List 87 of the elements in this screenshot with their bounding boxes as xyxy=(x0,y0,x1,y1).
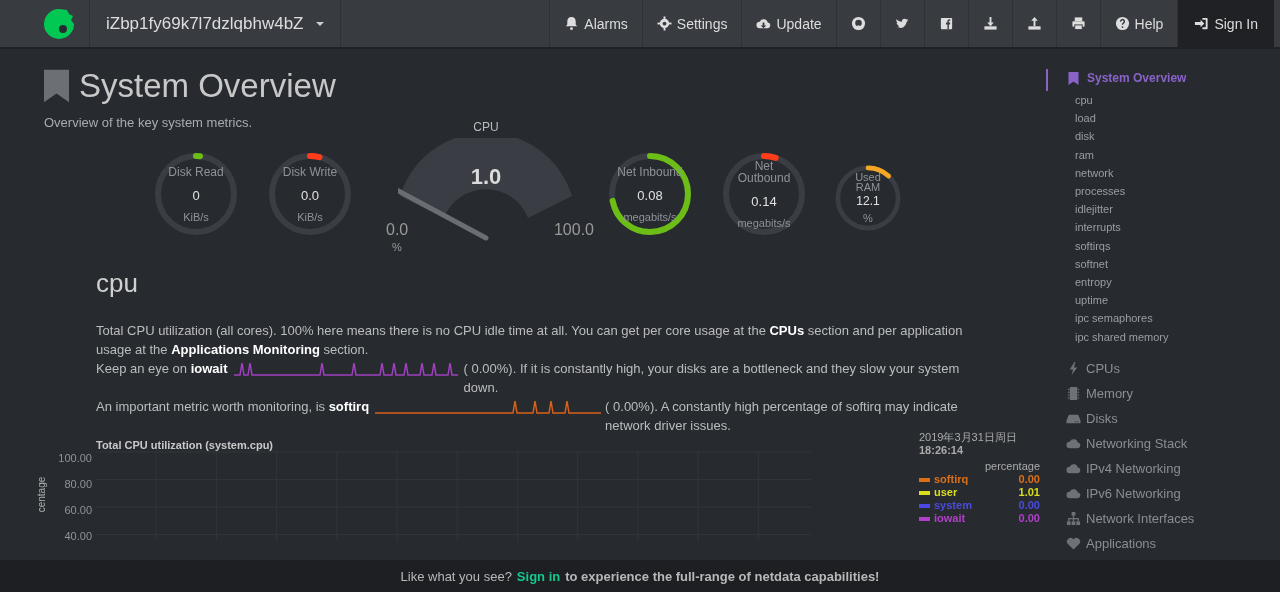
bell-icon xyxy=(564,16,580,31)
sidebar-section[interactable]: CPUs xyxy=(1046,355,1280,381)
bookmark-icon xyxy=(44,69,69,103)
legend-value: 0.00 xyxy=(1018,473,1040,486)
caret-icon xyxy=(315,21,324,26)
sidebar-section[interactable]: Disks xyxy=(1046,405,1280,431)
legend-name[interactable]: softirq xyxy=(934,473,1019,486)
gauge-min: 0.0 xyxy=(386,221,409,239)
axis-tick: 60.00 xyxy=(64,503,92,517)
gauge-title: Net Outbound xyxy=(736,159,792,184)
description-text: ( 0.00%). A constantly high percentage of softirq may indicate network driver issues. xyxy=(605,398,959,433)
sidebar-item[interactable]: ram xyxy=(1046,145,1280,164)
sidebar-item[interactable]: ipc semaphores xyxy=(1046,309,1280,328)
gauge-value: 1.0 xyxy=(469,164,503,190)
sign-in-icon xyxy=(1194,16,1210,31)
help-icon xyxy=(1114,16,1130,31)
banner-text: Like what you see? xyxy=(400,568,512,584)
description-text: An important metric worth monitoring, is softirq xyxy=(96,398,370,416)
gauge-max: 100.0 xyxy=(553,221,594,239)
gauge-value: 0.14 xyxy=(751,193,777,209)
sidebar-title[interactable]: System Overview xyxy=(1087,71,1187,85)
legend-time: 18:26:14 xyxy=(919,444,965,457)
download-icon xyxy=(982,16,998,31)
legend-units: percentage xyxy=(983,460,1040,473)
sidebar-section[interactable]: Memory xyxy=(1046,380,1280,406)
page-title: System Overview xyxy=(79,67,336,105)
gauge-unit: KiB/s xyxy=(297,210,323,223)
gauge-value: 0 xyxy=(192,187,200,203)
gauge-value: 0.0 xyxy=(300,187,320,203)
sidebar-item[interactable]: cpu xyxy=(1046,91,1280,110)
sign-in-link[interactable]: Sign in xyxy=(516,568,561,584)
twitter-icon xyxy=(894,16,910,31)
gauge-unit: KiB/s xyxy=(183,210,209,223)
sidebar-item[interactable]: interrupts xyxy=(1046,218,1280,237)
sidebar-section[interactable]: IPv4 Networking xyxy=(1046,455,1280,481)
sidebar-item[interactable]: uptime xyxy=(1046,291,1280,310)
gauge-value: 12.1 xyxy=(856,194,880,208)
axis-tick: 80.00 xyxy=(64,477,92,491)
logo-icon[interactable] xyxy=(43,7,75,40)
heart-icon xyxy=(1066,535,1081,551)
description-text: ( 0.00%). If it is constantly high, your disks are a bottleneck and they slow your system down. xyxy=(463,360,961,397)
sidebar-item[interactable]: processes xyxy=(1046,182,1280,201)
axis-label: centage xyxy=(36,476,48,513)
gauge-unit: megabits/s xyxy=(737,216,791,229)
gauge-unit: % xyxy=(392,241,402,253)
legend-name[interactable]: user xyxy=(934,486,1019,499)
gauge-value: 0.08 xyxy=(637,187,663,203)
sidebar-item[interactable]: disk xyxy=(1046,127,1280,146)
sidebar-item[interactable]: idlejitter xyxy=(1046,200,1280,219)
legend-value: 0.00 xyxy=(1018,512,1040,525)
sidebar-section[interactable]: Network Interfaces xyxy=(1046,505,1280,531)
sidebar-item[interactable]: entropy xyxy=(1046,273,1280,292)
banner-text: to experience the full-range of netdata capabilities! xyxy=(565,568,880,584)
section-description: Total CPU utilization (all cores). 100% here means there is no CPU idle time at all. You can get per core usage at the CPUs section and per application usage at the Applications Monitoring section. xyxy=(96,322,964,359)
legend-date: 2019年3月31日周日 xyxy=(919,431,1018,444)
description-text: Keep an eye on iowait xyxy=(96,360,228,378)
gauge-title: CPU xyxy=(472,120,500,134)
cloud-download-icon xyxy=(756,16,772,31)
bookmark-icon xyxy=(1068,71,1079,85)
gauge-title: Used RAM xyxy=(854,172,882,192)
gauge-title: Disk Read xyxy=(167,165,225,178)
facebook-icon xyxy=(938,16,954,31)
sidebar-item[interactable]: load xyxy=(1046,109,1280,128)
sidebar-item[interactable]: softirqs xyxy=(1046,236,1280,255)
legend-name[interactable]: iowait xyxy=(934,512,1019,525)
sidebar-section[interactable]: Applications xyxy=(1046,530,1280,556)
sidebar-item[interactable]: ipc shared memory xyxy=(1046,327,1280,346)
sidebar-section[interactable]: IPv6 Networking xyxy=(1046,480,1280,506)
gauge-title: Disk Write xyxy=(281,165,339,178)
sidebar-item[interactable]: softnet xyxy=(1046,254,1280,274)
gauge-unit: % xyxy=(863,212,873,224)
page-subtitle: Overview of the key system metrics. xyxy=(44,115,253,130)
print-icon xyxy=(1070,16,1086,31)
chart-title: Total CPU utilization (system.cpu) xyxy=(96,439,275,451)
sidebar-section[interactable]: Networking Stack xyxy=(1046,430,1280,456)
legend-value: 0.00 xyxy=(1018,499,1040,512)
sidebar-item[interactable]: network xyxy=(1046,163,1280,182)
gauge-unit: megabits/s xyxy=(623,210,677,223)
sitemap-icon xyxy=(1066,510,1081,526)
legend-value: 1.01 xyxy=(1018,486,1040,499)
section-heading: cpu xyxy=(96,268,139,299)
upload-icon xyxy=(1026,16,1042,31)
chip-icon xyxy=(1066,385,1081,401)
hostname-dropdown[interactable]: iZbp1fy69k7l7dzlqbhw4bZ xyxy=(90,0,341,47)
axis-tick: 40.00 xyxy=(64,529,92,543)
axis-tick: 100.00 xyxy=(58,451,92,465)
nav-button[interactable]: Sign In xyxy=(1177,0,1274,47)
